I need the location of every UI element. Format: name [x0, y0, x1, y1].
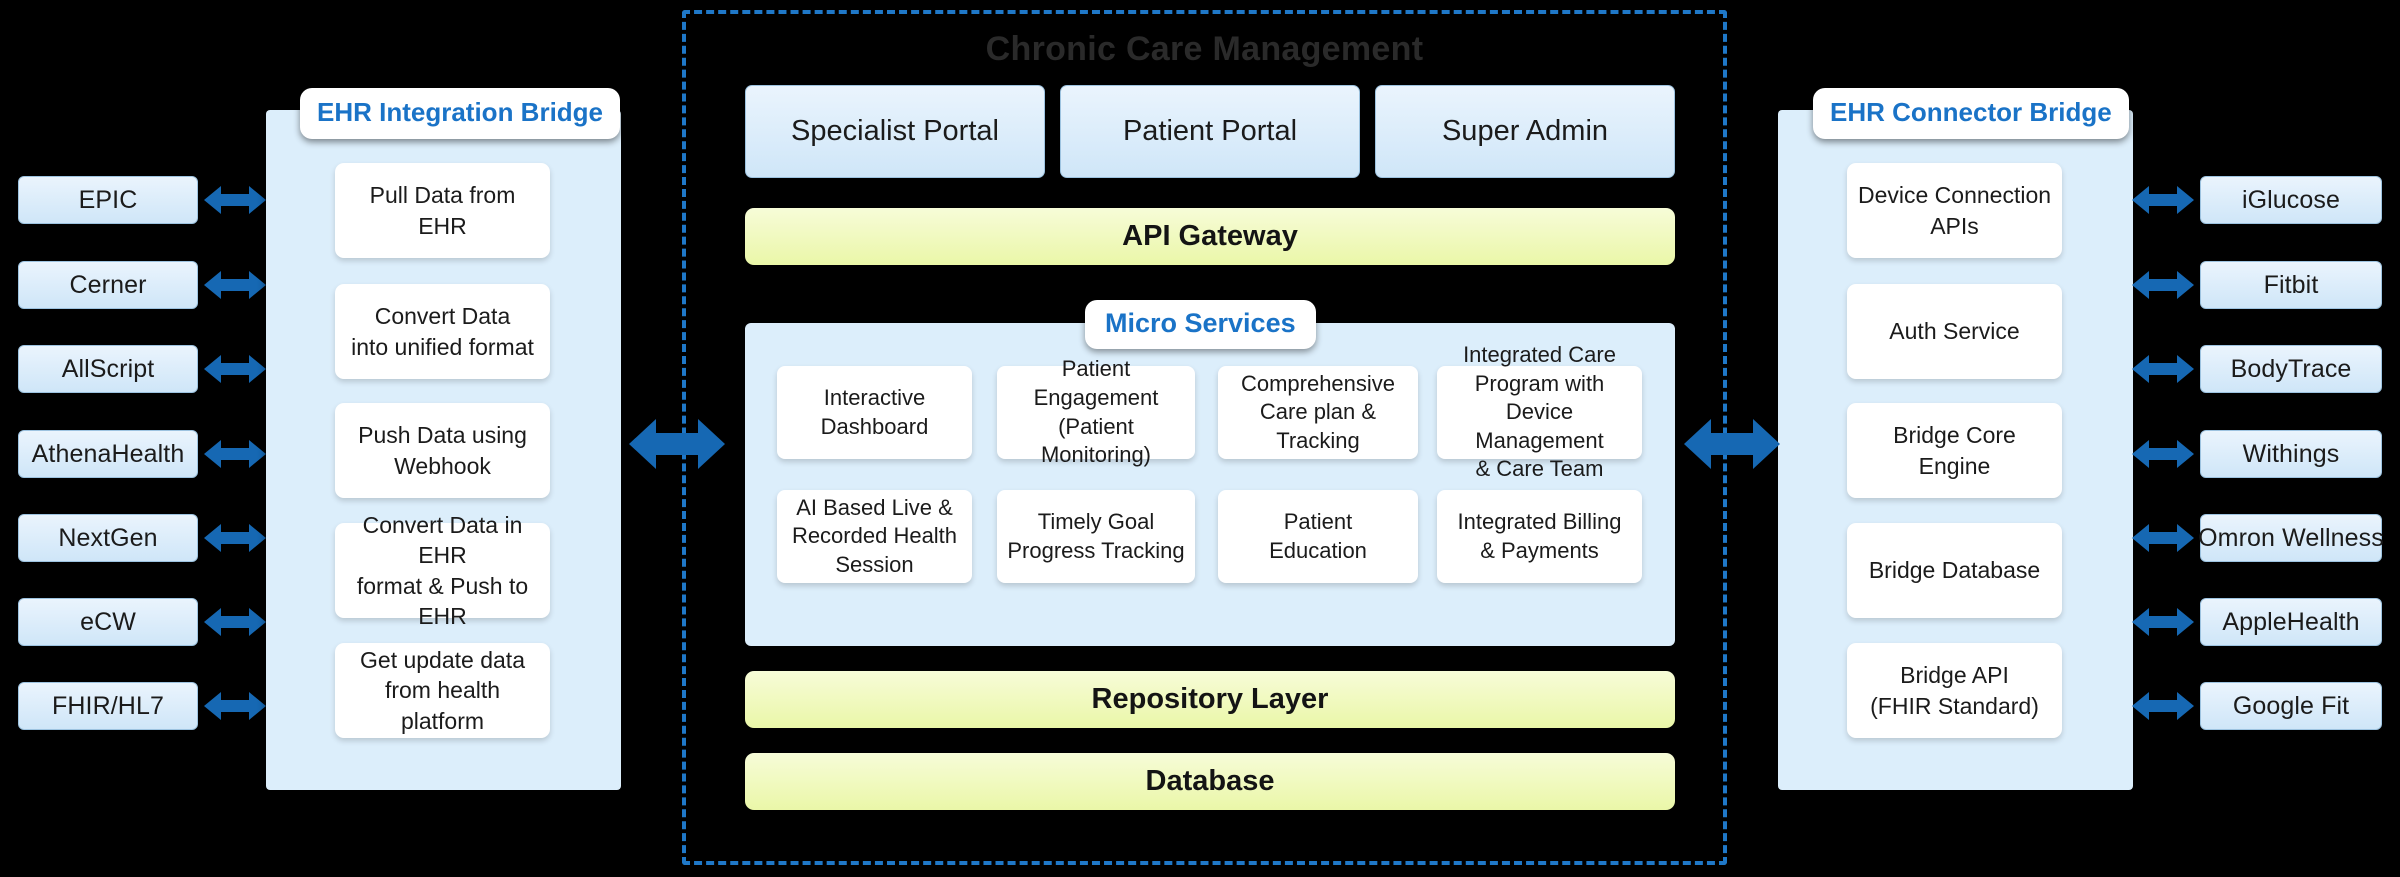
- arrow-bridge-to-fitbit: [2132, 269, 2194, 301]
- device-node-google-fit[interactable]: Google Fit: [2200, 682, 2382, 730]
- arrow-bridge-to-omron: [2132, 522, 2194, 554]
- ms-card-interactive-dashboard[interactable]: Interactive Dashboard: [777, 366, 972, 459]
- bridge-card-get-update-data[interactable]: Get update data from health platform: [335, 643, 550, 738]
- connector-card-bridge-core-engine[interactable]: Bridge Core Engine: [1847, 403, 2062, 498]
- ms-card-comprehensive-care-plan[interactable]: Comprehensive Care plan & Tracking: [1218, 366, 1418, 459]
- arrow-integration-bridge-to-ccm: [629, 416, 725, 472]
- arrow-bridge-to-applehealth: [2132, 606, 2194, 638]
- arrow-ccm-to-connector-bridge: [1684, 416, 1780, 472]
- connector-card-device-apis[interactable]: Device Connection APIs: [1847, 163, 2062, 258]
- arrow-nextgen-to-bridge: [204, 522, 266, 554]
- database-bar[interactable]: Database: [745, 753, 1675, 810]
- architecture-diagram-canvas: Chronic Care Management Specialist Porta…: [0, 0, 2400, 877]
- page-title: Chronic Care Management: [985, 30, 1424, 68]
- device-node-applehealth[interactable]: AppleHealth: [2200, 598, 2382, 646]
- arrow-bridge-to-iglucose: [2132, 184, 2194, 216]
- arrow-bridge-to-google-fit: [2132, 690, 2194, 722]
- arrow-epic-to-bridge: [204, 184, 266, 216]
- portal-super-admin[interactable]: Super Admin: [1375, 85, 1675, 178]
- device-node-fitbit[interactable]: Fitbit: [2200, 261, 2382, 309]
- ehr-integration-bridge-title: EHR Integration Bridge: [300, 88, 621, 139]
- connector-card-auth-service[interactable]: Auth Service: [1847, 284, 2062, 379]
- bridge-card-push-webhook[interactable]: Push Data using Webhook: [335, 403, 550, 498]
- micro-services-title: Micro Services: [1085, 300, 1316, 349]
- ms-card-patient-education[interactable]: Patient Education: [1218, 490, 1418, 583]
- device-node-bodytrace[interactable]: BodyTrace: [2200, 345, 2382, 393]
- ehr-connector-bridge-title: EHR Connector Bridge: [1813, 88, 2129, 139]
- ms-card-ai-health-session[interactable]: AI Based Live & Recorded Health Session: [777, 490, 972, 583]
- repository-layer-bar[interactable]: Repository Layer: [745, 671, 1675, 728]
- arrow-cerner-to-bridge: [204, 269, 266, 301]
- api-gateway-bar[interactable]: API Gateway: [745, 208, 1675, 265]
- ehr-node-athenahealth[interactable]: AthenaHealth: [18, 430, 198, 478]
- arrow-bridge-to-withings: [2132, 438, 2194, 470]
- connector-card-bridge-api-fhir[interactable]: Bridge API (FHIR Standard): [1847, 643, 2062, 738]
- bridge-card-convert-unified[interactable]: Convert Data into unified format: [335, 284, 550, 379]
- arrow-athenahealth-to-bridge: [204, 438, 266, 470]
- ms-card-integrated-billing[interactable]: Integrated Billing & Payments: [1437, 490, 1642, 583]
- arrow-bridge-to-bodytrace: [2132, 353, 2194, 385]
- portal-specialist[interactable]: Specialist Portal: [745, 85, 1045, 178]
- arrow-ecw-to-bridge: [204, 606, 266, 638]
- arrow-fhir-to-bridge: [204, 690, 266, 722]
- connector-card-bridge-database[interactable]: Bridge Database: [1847, 523, 2062, 618]
- ms-card-integrated-care-program[interactable]: Integrated CareProgram withDevice Manage…: [1437, 342, 1642, 481]
- bridge-card-pull-data[interactable]: Pull Data from EHR: [335, 163, 550, 258]
- arrow-allscript-to-bridge: [204, 353, 266, 385]
- device-node-withings[interactable]: Withings: [2200, 430, 2382, 478]
- ehr-node-fhir-hl7[interactable]: FHIR/HL7: [18, 682, 198, 730]
- portal-patient[interactable]: Patient Portal: [1060, 85, 1360, 178]
- ms-card-patient-engagement[interactable]: Patient Engagement (Patient Monitoring): [997, 356, 1195, 467]
- device-node-iglucose[interactable]: iGlucose: [2200, 176, 2382, 224]
- ehr-node-allscript[interactable]: AllScript: [18, 345, 198, 393]
- ehr-node-epic[interactable]: EPIC: [18, 176, 198, 224]
- device-node-omron-wellness[interactable]: Omron Wellness: [2198, 514, 2384, 562]
- ehr-node-cerner[interactable]: Cerner: [18, 261, 198, 309]
- ehr-node-ecw[interactable]: eCW: [18, 598, 198, 646]
- ms-card-goal-progress-tracking[interactable]: Timely Goal Progress Tracking: [997, 490, 1195, 583]
- ehr-node-nextgen[interactable]: NextGen: [18, 514, 198, 562]
- bridge-card-convert-push-ehr[interactable]: Convert Data in EHR format & Push to EHR: [335, 512, 550, 629]
